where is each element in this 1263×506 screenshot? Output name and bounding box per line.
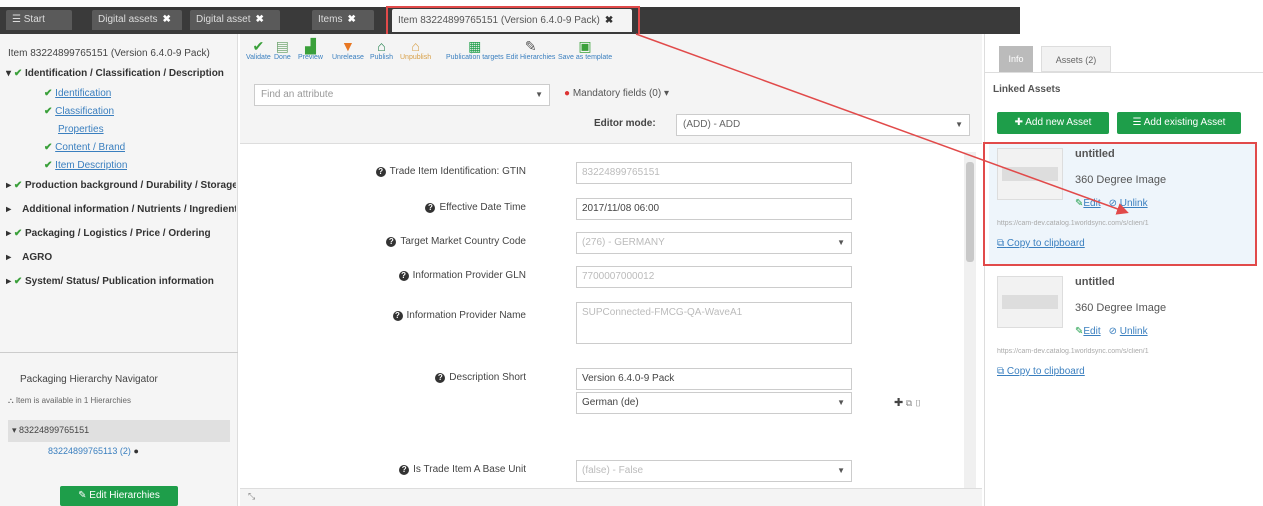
annotation-arrow (635, 33, 1129, 215)
